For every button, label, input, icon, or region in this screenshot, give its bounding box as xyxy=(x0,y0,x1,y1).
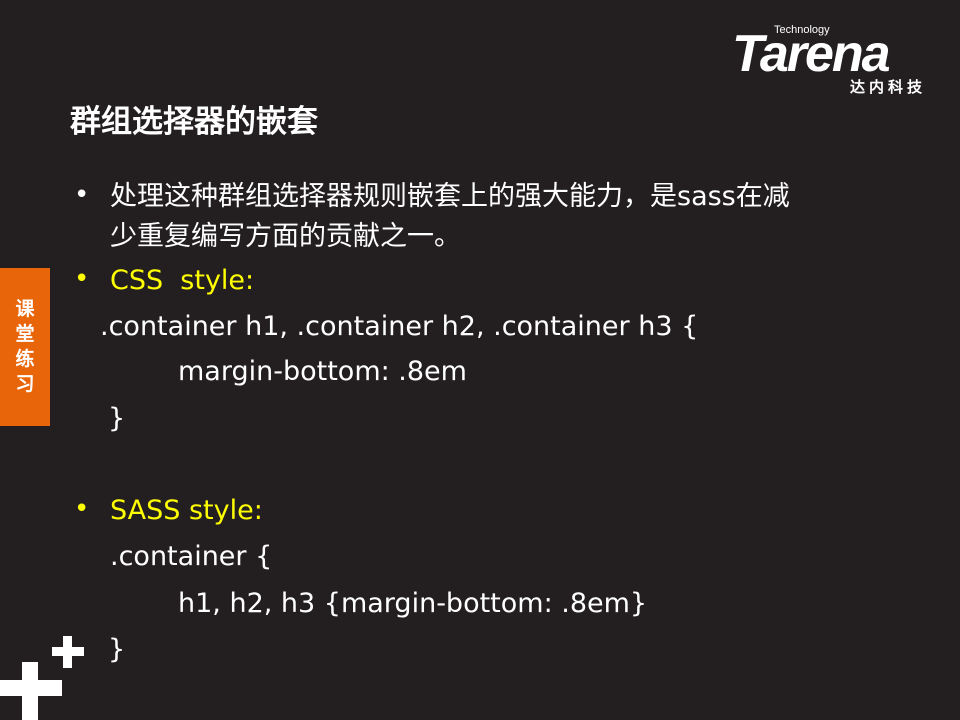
sass-style-heading: SASS style: xyxy=(110,495,263,526)
small-plus-icon xyxy=(52,636,84,668)
sass-code-line3: } xyxy=(108,634,126,665)
side-tab-char: 堂 xyxy=(15,323,35,345)
css-code-line3: } xyxy=(108,403,126,434)
bullet-dot: • xyxy=(74,494,90,524)
bullet-text-line1: 处理这种群组选择器规则嵌套上的强大能力，是sass在减 xyxy=(110,181,790,212)
sass-code-line1: .container { xyxy=(110,541,273,572)
side-tab-char: 课 xyxy=(15,298,35,320)
sass-code-line2: h1, h2, h3 {margin-bottom: .8em} xyxy=(178,588,648,619)
side-tab-char: 练 xyxy=(15,348,35,370)
slide-title: 群组选择器的嵌套 xyxy=(70,104,318,140)
bullet-dot: • xyxy=(74,180,90,210)
logo-chinese-name: 达内科技 xyxy=(849,78,926,96)
logo-wordmark: Tarena xyxy=(732,25,891,83)
bullet-dot: • xyxy=(74,264,90,294)
side-tab-classroom-practice: 课 堂 练 习 xyxy=(0,268,50,426)
css-code-line1: .container h1, .container h2, .container… xyxy=(100,311,699,342)
css-code-line2: margin-bottom: .8em xyxy=(178,356,467,387)
large-plus-icon xyxy=(0,662,62,720)
side-tab-char: 习 xyxy=(15,373,35,395)
css-style-heading: CSS style: xyxy=(110,265,255,296)
slide: Technology Tarena 达内科技 群组选择器的嵌套 课 堂 练 习 … xyxy=(0,0,960,720)
bullet-text-line2: 少重复编写方面的贡献之一。 xyxy=(110,221,461,252)
tarena-logo: Technology Tarena 达内科技 xyxy=(732,24,932,98)
